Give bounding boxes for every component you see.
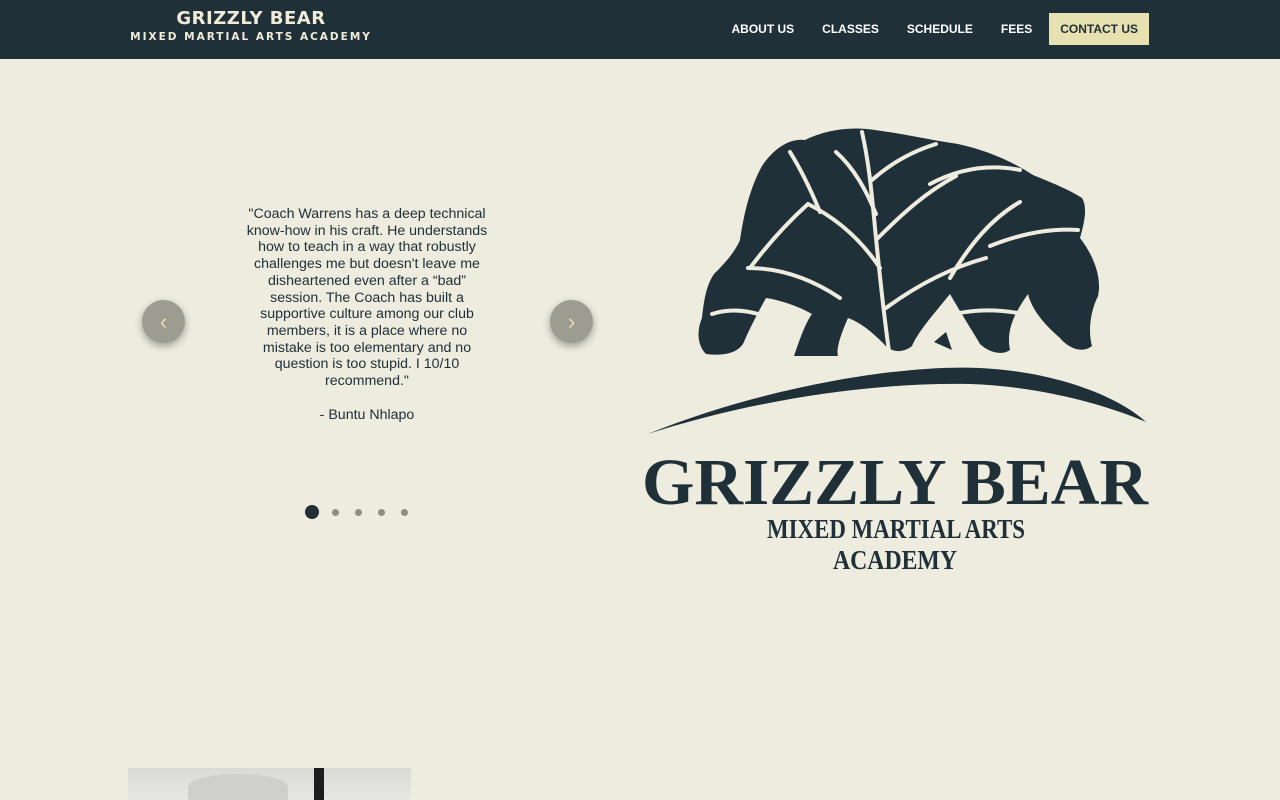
carousel-dot-2[interactable] [332, 508, 339, 516]
carousel-dot-5[interactable] [401, 508, 408, 516]
bear-icon [698, 128, 1100, 360]
nav-schedule[interactable]: SCHEDULE [893, 13, 987, 45]
carousel-dot-4[interactable] [378, 508, 385, 516]
testimonial-quote: "Coach Warrens has a deep technical know… [246, 206, 488, 390]
main-nav: ABOUT US CLASSES SCHEDULE FEES CONTACT U… [718, 13, 1149, 45]
carousel-dot-3[interactable] [355, 508, 362, 516]
logo-title: GRIZZLY BEAR [642, 446, 1149, 519]
testimonial-author: - Buntu Nhlapo [319, 406, 415, 423]
carousel-next-button[interactable]: › [550, 300, 593, 343]
chevron-right-icon: › [567, 308, 576, 334]
logo-line-2: ACADEMY [833, 545, 957, 575]
nav-fees[interactable]: FEES [987, 13, 1046, 45]
logo-line-1: MIXED MARTIAL ARTS [767, 514, 1025, 544]
carousel-indicators [305, 505, 424, 519]
coach-photo [128, 768, 411, 800]
nav-classes[interactable]: CLASSES [808, 13, 893, 45]
brand-logo-link[interactable]: GRIZZLY BEAR MIXED MARTIAL ARTS ACADEMY [128, 9, 374, 45]
brand-subtitle: MIXED MARTIAL ARTS ACADEMY [130, 31, 372, 43]
photo-gi-fold [188, 774, 288, 800]
testimonial-slide: "Coach Warrens has a deep technical know… [242, 206, 492, 423]
carousel-dot-1[interactable] [305, 505, 319, 519]
hill-arc [648, 367, 1146, 434]
carousel-prev-button[interactable]: ‹ [142, 300, 185, 343]
top-navbar: GRIZZLY BEAR MIXED MARTIAL ARTS ACADEMY … [0, 0, 1280, 59]
photo-black-belt [314, 768, 324, 800]
brand-title: GRIZZLY BEAR [176, 8, 326, 29]
academy-logo: GRIZZLY BEAR MIXED MARTIAL ARTS ACADEMY [642, 128, 1149, 575]
contact-us-button[interactable]: CONTACT US [1049, 13, 1149, 45]
nav-about-us[interactable]: ABOUT US [718, 13, 809, 45]
chevron-left-icon: ‹ [159, 308, 168, 334]
